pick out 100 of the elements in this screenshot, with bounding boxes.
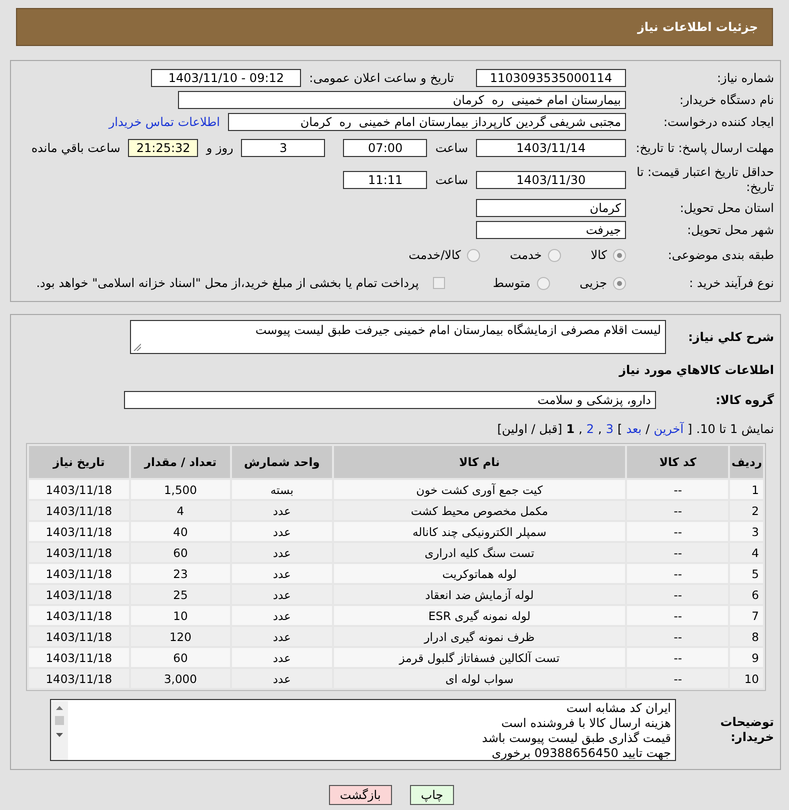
table-cell: 1403/11/18 bbox=[29, 648, 129, 667]
field-label: توضیحات خریدار: bbox=[719, 715, 774, 745]
table-cell: ظرف نمونه گیری ادرار bbox=[334, 627, 626, 646]
province-field[interactable]: کرمان bbox=[476, 199, 626, 217]
pagination-text: ] bbox=[618, 422, 622, 436]
table-cell: 1403/11/18 bbox=[29, 501, 129, 520]
table-cell: 40 bbox=[130, 522, 230, 541]
table-cell: 4 bbox=[730, 543, 763, 562]
column-header: ردیف bbox=[730, 446, 763, 478]
table-cell: عدد bbox=[232, 522, 332, 541]
checkbox-label: پرداخت تمام يا بخشی از مبلغ خرید،از محل "اسناد خزانه اسلامی" خواهد بود. bbox=[36, 276, 419, 290]
table-cell: سواب لوله ای bbox=[334, 669, 626, 688]
table-cell: عدد bbox=[232, 627, 332, 646]
radio-button[interactable] bbox=[466, 248, 480, 262]
radio-button[interactable] bbox=[536, 276, 550, 290]
table-cell: 2 bbox=[730, 501, 763, 520]
column-header: تعداد / مقدار bbox=[130, 446, 230, 478]
radio-label: خدمت bbox=[510, 248, 542, 262]
table-cell: عدد bbox=[232, 606, 332, 625]
field-label: ایجاد کننده درخواست: bbox=[662, 114, 774, 130]
table-cell: 23 bbox=[130, 564, 230, 583]
table-cell: عدد bbox=[232, 501, 332, 520]
table-cell: 60 bbox=[130, 543, 230, 562]
table-cell: -- bbox=[627, 648, 728, 667]
back-button[interactable]: بازگشت bbox=[328, 785, 392, 805]
date-field[interactable]: 1403/11/14 bbox=[476, 139, 626, 157]
field-label: گروه کالا: bbox=[714, 392, 774, 408]
table-cell: سمپلر الکترونیکی چند کاناله bbox=[334, 522, 626, 541]
requester-field[interactable]: مجتبی شریفی گردین کارپرداز بیمارستان امام خمینی ره کرمان bbox=[228, 113, 626, 131]
field-label: نام دستگاه خریدار: bbox=[678, 92, 774, 108]
table-cell: عدد bbox=[232, 543, 332, 562]
table-cell: 1403/11/18 bbox=[29, 585, 129, 604]
field-label: طبقه بندی موضوعی: bbox=[666, 248, 774, 262]
page-link[interactable]: آخرین bbox=[654, 422, 684, 436]
field-label: ساعت باقي مانده bbox=[31, 141, 120, 155]
field-label: شهر محل تحویل: bbox=[686, 222, 774, 238]
table-cell: تست آلکالین فسفاتاز گلبول قرمز bbox=[334, 648, 626, 667]
radio-button[interactable] bbox=[613, 276, 626, 290]
resize-grip-icon[interactable] bbox=[133, 343, 141, 351]
checkbox[interactable] bbox=[432, 277, 445, 289]
notes-text: ایران کد مشابه است هزینه ارسال کالا با فروشنده است قیمت گذاری طبق لیست پیوست باشد جهت تایید 09388656450 برخوری bbox=[481, 701, 671, 760]
group-field[interactable]: دارو، پزشکی و سلامت bbox=[124, 391, 656, 409]
scrollbar[interactable] bbox=[51, 701, 68, 760]
table-cell: 7 bbox=[730, 606, 763, 625]
table-cell: -- bbox=[627, 606, 728, 625]
field-label: مهلت ارسال پاسخ: تا تاریخ: bbox=[634, 140, 774, 156]
days-field[interactable]: 3 bbox=[241, 139, 326, 157]
pagination-text: [ bbox=[688, 422, 692, 436]
city-field[interactable]: جیرفت bbox=[476, 221, 626, 239]
table-cell: عدد bbox=[232, 585, 332, 604]
time-field[interactable]: 11:11 bbox=[343, 171, 428, 189]
page-link[interactable]: 2 bbox=[586, 422, 594, 436]
field-label: استان محل تحویل: bbox=[678, 200, 774, 216]
table-cell: لوله هماتوکریت bbox=[334, 564, 626, 583]
table-cell: -- bbox=[627, 669, 728, 688]
pagination-text: , bbox=[578, 422, 582, 436]
current-page: 1 bbox=[566, 422, 575, 436]
time-field[interactable]: 07:00 bbox=[343, 139, 428, 157]
field-label: شرح کلي نياز: bbox=[687, 330, 774, 344]
table-cell: 4 bbox=[130, 501, 230, 520]
buyer-org-field[interactable]: بیمارستان امام خمینی ره کرمان bbox=[178, 91, 626, 109]
page-link[interactable]: بعد bbox=[626, 422, 642, 436]
table-cell: 25 bbox=[130, 585, 230, 604]
field-label: حداقل تاریخ اعتبار قیمت: تا تاریخ: bbox=[636, 165, 774, 195]
table-cell: عدد bbox=[232, 669, 332, 688]
radio-button[interactable] bbox=[613, 248, 626, 262]
table-cell: 1403/11/18 bbox=[29, 522, 129, 541]
need-number-field[interactable]: 1103093535000114 bbox=[476, 69, 626, 87]
table-cell: 5 bbox=[730, 564, 763, 583]
page-link[interactable]: 3 bbox=[606, 422, 614, 436]
section-title: اطلاعات کالاهاي مورد نياز bbox=[618, 362, 774, 378]
radio-label: کالا/خدمت bbox=[408, 248, 461, 262]
print-button[interactable]: چاپ bbox=[410, 785, 454, 805]
table-cell: 1,500 bbox=[130, 480, 230, 499]
radio-button[interactable] bbox=[548, 248, 561, 262]
remaining-time-field: 21:25:32 bbox=[128, 139, 198, 157]
pagination-text: نمایش 1 تا 10. bbox=[696, 422, 774, 436]
pagination-text: / bbox=[646, 422, 650, 436]
field-label: شماره نیاز: bbox=[716, 70, 774, 86]
field-label: ساعت bbox=[435, 141, 468, 155]
pagination-text: [قبل / اولین] bbox=[497, 422, 562, 436]
table-cell: 3,000 bbox=[130, 669, 230, 688]
table-cell: کیت جمع آوری کشت خون bbox=[334, 480, 626, 499]
contact-link[interactable]: اطلاعات تماس خریدار bbox=[108, 115, 220, 129]
table-cell: بسته bbox=[232, 480, 332, 499]
field-label: نوع فرآیند خرید : bbox=[688, 276, 774, 290]
table-cell: -- bbox=[627, 480, 728, 499]
description-field[interactable]: لیست اقلام مصرفی ازمایشگاه بیمارستان امام خمینی جیرفت طبق لیست پیوست bbox=[130, 320, 666, 354]
table-cell: 10 bbox=[130, 606, 230, 625]
table-cell: 6 bbox=[730, 585, 763, 604]
column-header: تاریخ نیاز bbox=[29, 446, 129, 478]
pagination-text: , bbox=[598, 422, 602, 436]
field-label: تاریخ و ساعت اعلان عمومی: bbox=[309, 71, 454, 85]
buyer-notes-field[interactable]: ایران کد مشابه است هزینه ارسال کالا با فروشنده است قیمت گذاری طبق لیست پیوست باشد جهت تایید 09388656450 برخوری bbox=[50, 699, 676, 761]
date-field[interactable]: 1403/11/30 bbox=[476, 171, 626, 189]
column-header: واحد شمارش bbox=[232, 446, 332, 478]
announce-date-field[interactable]: 1403/11/10 - 09:12 bbox=[151, 69, 302, 87]
table-cell: تست سنگ کلیه ادراری bbox=[334, 543, 626, 562]
table-cell: 60 bbox=[130, 648, 230, 667]
table-cell: 3 bbox=[730, 522, 763, 541]
